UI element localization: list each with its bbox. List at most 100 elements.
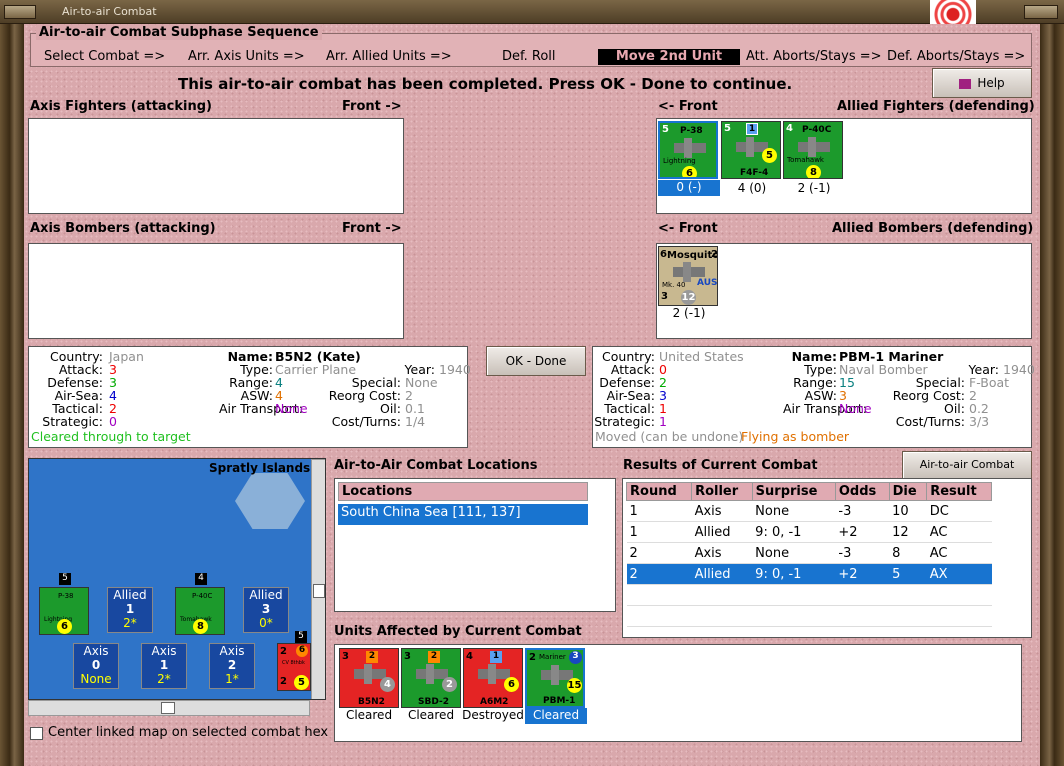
- results-cell: 1: [626, 500, 692, 522]
- results-table-panel: Round Roller Surprise Odds Die Result 1 Axis No…: [622, 478, 1032, 638]
- step-att-aborts: Att. Aborts/Stays =>: [746, 49, 882, 64]
- results-cell: Allied: [691, 521, 753, 543]
- unit-name: P-40C: [802, 125, 832, 135]
- affected-unit-pbm1[interactable]: 2 Mariner 3 15 PBM-1: [525, 648, 585, 708]
- results-col-header[interactable]: Die: [888, 482, 928, 501]
- allied-bombers-front: <- Front: [658, 221, 718, 236]
- results-row[interactable]: 1 Axis None -3 10 DC: [626, 500, 992, 522]
- affected-unit-sbd2[interactable]: 3 2 2 SBD-2: [401, 648, 461, 708]
- center-map-checkbox[interactable]: [30, 727, 43, 740]
- results-cell: 12: [889, 521, 927, 543]
- unit-mosquito[interactable]: 6 Mosquito 2 Mk. 40 AUS 3 12: [658, 246, 718, 306]
- results-cell: 10: [889, 500, 927, 522]
- affected-caption: Cleared: [525, 708, 587, 724]
- results-col-header[interactable]: Round: [625, 482, 693, 501]
- map-counter-p40c[interactable]: P-40C Tomahawk 8: [175, 587, 225, 635]
- affected-title: Units Affected by Current Combat: [334, 624, 582, 639]
- step-def-aborts: Def. Aborts/Stays =>: [887, 49, 1026, 64]
- center-map-label: Center linked map on selected combat hex: [48, 725, 329, 740]
- step-arr-axis: Arr. Axis Units =>: [188, 49, 305, 64]
- results-col-header[interactable]: Result: [926, 482, 992, 501]
- linked-map[interactable]: Spratly Islands P-38 Lightning 6 5 P-40C…: [28, 458, 326, 700]
- unit-f4f4[interactable]: 5 1 5 F4F-4: [721, 121, 781, 179]
- results-row[interactable]: 2 Allied 9: 0, -1 +2 5 AX: [626, 563, 992, 585]
- unit-nation: AUS: [697, 278, 718, 288]
- unit-top: 1: [746, 123, 758, 135]
- results-col-header[interactable]: Odds: [834, 482, 890, 501]
- results-title: Results of Current Combat: [623, 458, 818, 473]
- map-counter-stack: 5: [59, 573, 71, 585]
- frame-left: [0, 24, 24, 766]
- axis-transport: None: [275, 401, 308, 416]
- unit-circle: 6: [682, 166, 697, 177]
- allied-fighters-front: <- Front: [658, 99, 718, 114]
- map-box-allied-3[interactable]: Allied 3 0*: [243, 587, 289, 633]
- step-arr-allied: Arr. Allied Units =>: [326, 49, 452, 64]
- affected-caption: Cleared: [345, 708, 393, 722]
- results-cell: 8: [889, 542, 927, 564]
- results-row[interactable]: 1 Allied 9: 0, -1 +2 12 AC: [626, 521, 992, 543]
- affected-units-box[interactable]: 3 2 4 B5N2 Cleared 3 2 2 SBD-2 Cleared 4…: [334, 644, 1022, 742]
- axis-fighters-box[interactable]: [28, 118, 404, 214]
- window-title: Air-to-air Combat: [62, 5, 157, 18]
- affected-unit-a6m2[interactable]: 4 1 6 A6M2: [463, 648, 523, 708]
- results-cell: -3: [835, 542, 890, 564]
- results-cell: AX: [926, 563, 992, 585]
- map-counter-red[interactable]: 2 6 CV 8thbk 2 5: [277, 643, 311, 691]
- results-table: Round Roller Surprise Odds Die Result 1 Axis No…: [625, 482, 992, 627]
- results-cell: +2: [835, 563, 890, 585]
- allied-strategic: 1: [659, 414, 667, 429]
- map-box-axis-2[interactable]: Axis 2 1*: [209, 643, 255, 689]
- results-cell: 1: [626, 521, 692, 543]
- axis-strategic: 0: [109, 414, 117, 429]
- title-bar[interactable]: [0, 0, 1064, 24]
- axis-bombers-title: Axis Bombers (attacking): [30, 221, 216, 236]
- locations-list[interactable]: Locations South China Sea [111, 137]: [334, 478, 616, 612]
- results-cell: 9: 0, -1: [752, 521, 836, 543]
- ok-done-button[interactable]: OK - Done: [486, 346, 586, 376]
- unit-caption: 2 (-1): [797, 181, 831, 195]
- results-cell: 9: 0, -1: [752, 563, 836, 585]
- results-cell: 2: [626, 542, 692, 564]
- unit-name: P-38: [680, 126, 703, 136]
- unit-p40c[interactable]: 4 P-40C Tomahawk 8: [783, 121, 843, 179]
- allied-info-panel: Country: United States Attack: 0 Defense: 2…: [592, 346, 1035, 448]
- affected-unit-b5n2[interactable]: 3 2 4 B5N2: [339, 648, 399, 708]
- map-vscroll-thumb[interactable]: [313, 584, 325, 598]
- unit-p38[interactable]: 5 P-38 Lightning 6: [658, 121, 718, 179]
- help-label: Help: [977, 76, 1005, 90]
- map-counter-p38[interactable]: P-38 Lightning 6: [39, 587, 89, 635]
- close-icon[interactable]: [1024, 5, 1058, 19]
- system-menu-icon[interactable]: [4, 5, 36, 19]
- japan-flag-icon: [930, 0, 976, 24]
- map-hscroll[interactable]: [28, 700, 310, 716]
- allied-note-flying: Flying as bomber: [741, 429, 850, 444]
- results-col-header[interactable]: Roller: [691, 482, 753, 501]
- results-cell: Allied: [691, 563, 753, 585]
- map-box-allied-1[interactable]: Allied 1 2*: [107, 587, 153, 633]
- map-box-axis-1[interactable]: Axis 1 2*: [141, 643, 187, 689]
- results-cell: -3: [835, 500, 890, 522]
- unit-sub: Lightning: [663, 157, 696, 165]
- plane-icon: [669, 262, 709, 282]
- plane-icon: [794, 137, 834, 157]
- locations-header: Locations: [338, 482, 588, 501]
- unit-sub: Tomahawk: [787, 156, 824, 164]
- results-cell: Axis: [691, 542, 753, 564]
- help-button[interactable]: Help: [932, 68, 1032, 98]
- unit-circle: 8: [806, 165, 821, 178]
- map-vscroll[interactable]: [311, 459, 325, 699]
- map-label: Spratly Islands: [209, 461, 311, 475]
- results-row[interactable]: 2 Axis None -3 8 AC: [626, 542, 992, 564]
- unit-circle: 12: [681, 290, 696, 305]
- air-combat-chart-button[interactable]: Air-to-air Combat Chart: [902, 451, 1032, 497]
- affected-caption: Destroyed: [462, 708, 524, 722]
- results-cell: 5: [889, 563, 927, 585]
- map-box-axis-0[interactable]: Axis 0 None: [73, 643, 119, 689]
- axis-info-panel: Country: Japan Attack: 3 Defense: 3 Air-Sea…: [28, 346, 471, 448]
- axis-bombers-box[interactable]: [28, 243, 404, 339]
- results-col-header[interactable]: Surprise: [751, 482, 836, 501]
- map-hscroll-thumb[interactable]: [161, 702, 175, 714]
- status-message: This air-to-air combat has been complete…: [178, 75, 793, 93]
- location-row[interactable]: South China Sea [111, 137]: [338, 504, 588, 525]
